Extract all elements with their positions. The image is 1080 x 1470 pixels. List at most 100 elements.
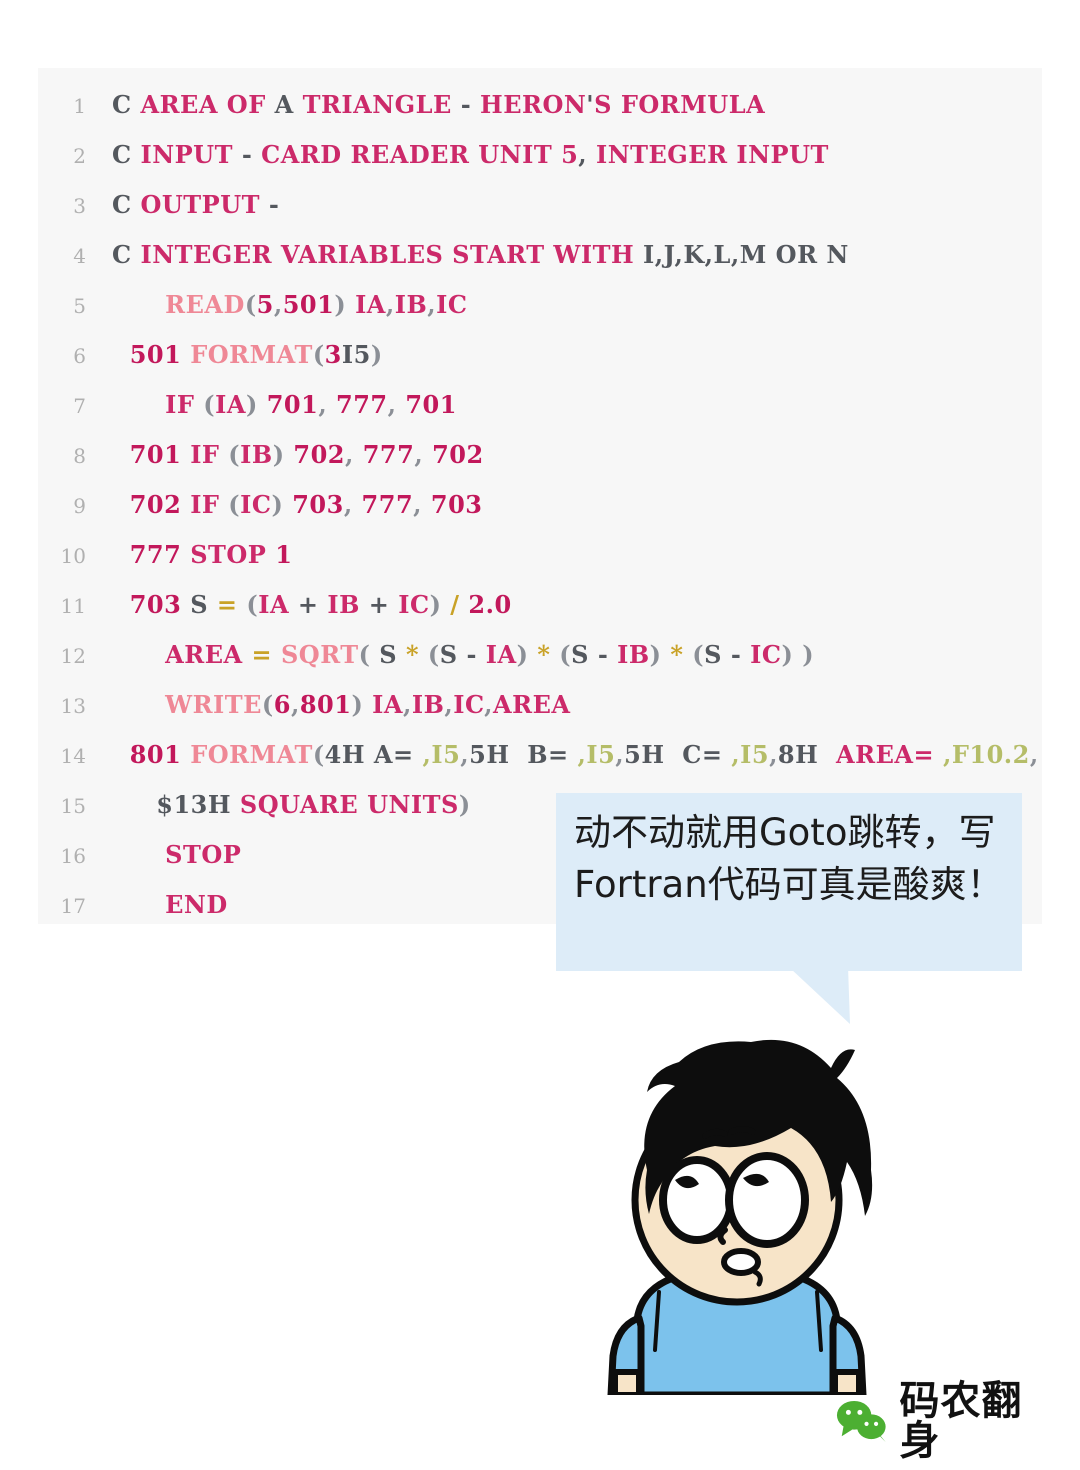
code-token: ,	[387, 390, 406, 419]
code-token: -	[721, 640, 751, 669]
code-token: S	[190, 590, 209, 619]
code-token: IF	[165, 390, 195, 419]
code-token: ,	[1029, 740, 1039, 769]
code-token: INTEGER INPUT	[587, 140, 829, 169]
code-token: ,	[615, 740, 625, 769]
code-token: +	[289, 590, 328, 619]
code-token: ,I5	[422, 740, 461, 769]
code-text: 777 STOP 1	[112, 530, 292, 580]
code-line: 8 701 IF (IB) 702, 777, 702	[38, 430, 1042, 480]
code-token: 5H B=	[469, 740, 569, 769]
code-text: IF (IA) 701, 777, 701	[112, 380, 457, 430]
line-number: 3	[73, 194, 86, 218]
code-token: OUTPUT	[131, 190, 260, 219]
code-line: 6 501 FORMAT(3I5)	[38, 330, 1042, 380]
line-number: 14	[60, 744, 86, 768]
code-text: C INTEGER VARIABLES START WITH I,J,K,L,M…	[112, 230, 849, 280]
code-token: ,I5	[731, 740, 770, 769]
line-number: 8	[73, 444, 86, 468]
code-token: /	[441, 590, 469, 619]
code-token: (	[246, 590, 259, 619]
code-token: IC	[453, 690, 485, 719]
code-token: (	[219, 490, 241, 519]
line-number: 7	[73, 394, 86, 418]
code-token: 8H	[777, 740, 837, 769]
line-number: 1	[73, 94, 86, 118]
code-token: FORMAT	[190, 340, 313, 369]
code-token: 2.0	[468, 590, 512, 619]
code-text: END	[112, 880, 228, 924]
code-token: IC	[398, 590, 430, 619]
code-token: 702	[293, 440, 346, 469]
line-number: 17	[60, 894, 86, 918]
code-token: FORMAT	[190, 740, 313, 769]
code-token: ,	[273, 290, 283, 319]
code-token: 501	[129, 340, 182, 369]
code-token: ,F10.2	[942, 740, 1030, 769]
code-token: 777	[336, 390, 388, 419]
speech-bubble: 动不动就用Goto跳转，写Fortran代码可真是酸爽！	[556, 793, 1022, 971]
code-token: S	[571, 640, 589, 669]
code-token: (	[312, 740, 325, 769]
code-token: C	[112, 140, 132, 169]
code-token: 777	[129, 540, 182, 569]
code-token: C	[112, 90, 132, 119]
code-token: )	[429, 590, 442, 619]
code-token: STOP	[190, 540, 267, 569]
code-token: 801	[299, 690, 352, 719]
code-token: IB	[617, 640, 650, 669]
code-token: ,	[427, 290, 437, 319]
wechat-icon	[836, 1400, 886, 1442]
code-token: I5	[341, 340, 371, 369]
code-token: 701	[129, 440, 182, 469]
code-token: )	[516, 640, 538, 669]
code-token: ,	[484, 690, 494, 719]
code-token: S FORMULA	[594, 90, 766, 119]
code-text: C INPUT - CARD READER UNIT 5, INTEGER IN…	[112, 130, 829, 180]
code-token: 5H C=	[624, 740, 723, 769]
code-token: AREA	[493, 690, 571, 719]
code-token: CARD READER UNIT	[261, 140, 562, 169]
code-text: 702 IF (IC) 703, 777, 703	[112, 480, 482, 530]
code-token: READ	[165, 290, 245, 319]
code-text: 801 FORMAT(4H A= ,I5,5H B= ,I5,5H C= ,I5…	[112, 730, 1039, 780]
code-token: 6	[273, 690, 291, 719]
code-token: 801	[129, 740, 182, 769]
code-token: 703	[292, 490, 344, 519]
code-token: *	[670, 640, 693, 669]
code-token: 1	[275, 540, 293, 569]
code-token: (	[427, 640, 440, 669]
code-token: -	[232, 140, 262, 169]
watermark: 码农翻身	[836, 1381, 1056, 1461]
code-text: C AREA OF A TRIANGLE - HERON'S FORMULA	[112, 80, 765, 130]
code-token: )	[334, 290, 347, 319]
code-token: ) )	[781, 640, 815, 669]
code-token: 4H A=	[324, 740, 414, 769]
code-token: '	[586, 90, 595, 119]
code-token: )	[458, 790, 471, 819]
line-number: 11	[60, 594, 86, 618]
code-token: *	[397, 640, 428, 669]
code-token: 701	[266, 390, 319, 419]
code-token: IC	[750, 640, 782, 669]
code-token: ,	[413, 490, 431, 519]
code-token: +	[359, 590, 399, 619]
code-line: 4 C INTEGER VARIABLES START WITH I,J,K,L,…	[38, 230, 1042, 280]
line-number: 12	[60, 644, 86, 668]
code-token: IA	[258, 590, 290, 619]
line-number: 9	[73, 494, 86, 518]
